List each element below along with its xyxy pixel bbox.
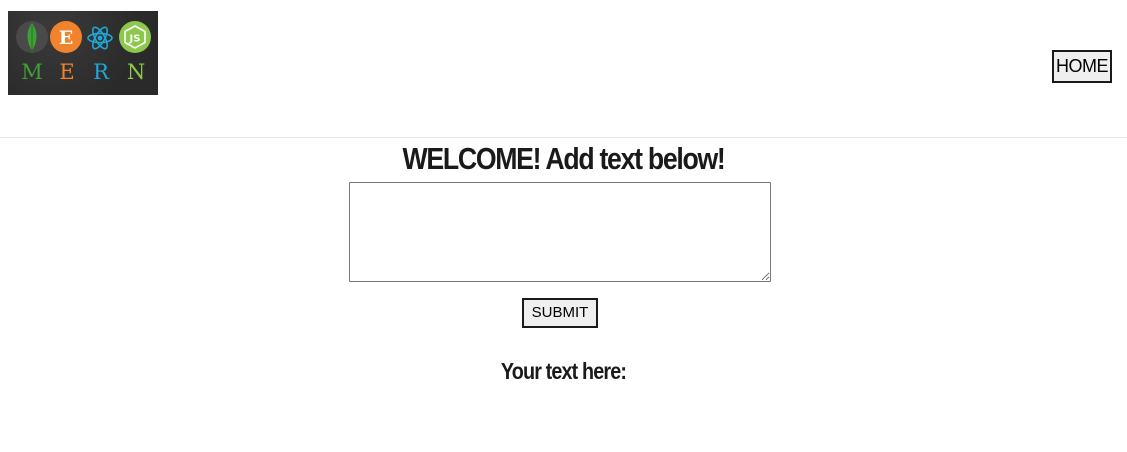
express-badge-letter: E [59,27,73,49]
output-heading: Your text here: [500,358,627,384]
nodejs-badge-text: JS [129,34,141,45]
react-atom-icon [87,26,113,50]
mern-logo-graphic: E JS M E R N [16,21,151,84]
logo-letter-n: N [127,60,145,84]
logo-letter-e: E [59,60,74,84]
page-title: WELCOME! Add text below! [402,141,725,176]
home-button[interactable]: HOME [1052,50,1112,83]
nodejs-js-icon: JS [119,21,151,53]
submit-button[interactable]: SUBMIT [522,298,598,328]
mongodb-leaf-icon [16,21,48,53]
mern-logo: E JS M E R N [8,11,158,95]
logo-letter-r: R [93,60,110,84]
logo-letter-m: M [21,60,43,84]
header: E JS M E R N HOME [0,0,1127,138]
express-e-icon: E [50,21,82,53]
text-input-area[interactable] [349,182,771,282]
